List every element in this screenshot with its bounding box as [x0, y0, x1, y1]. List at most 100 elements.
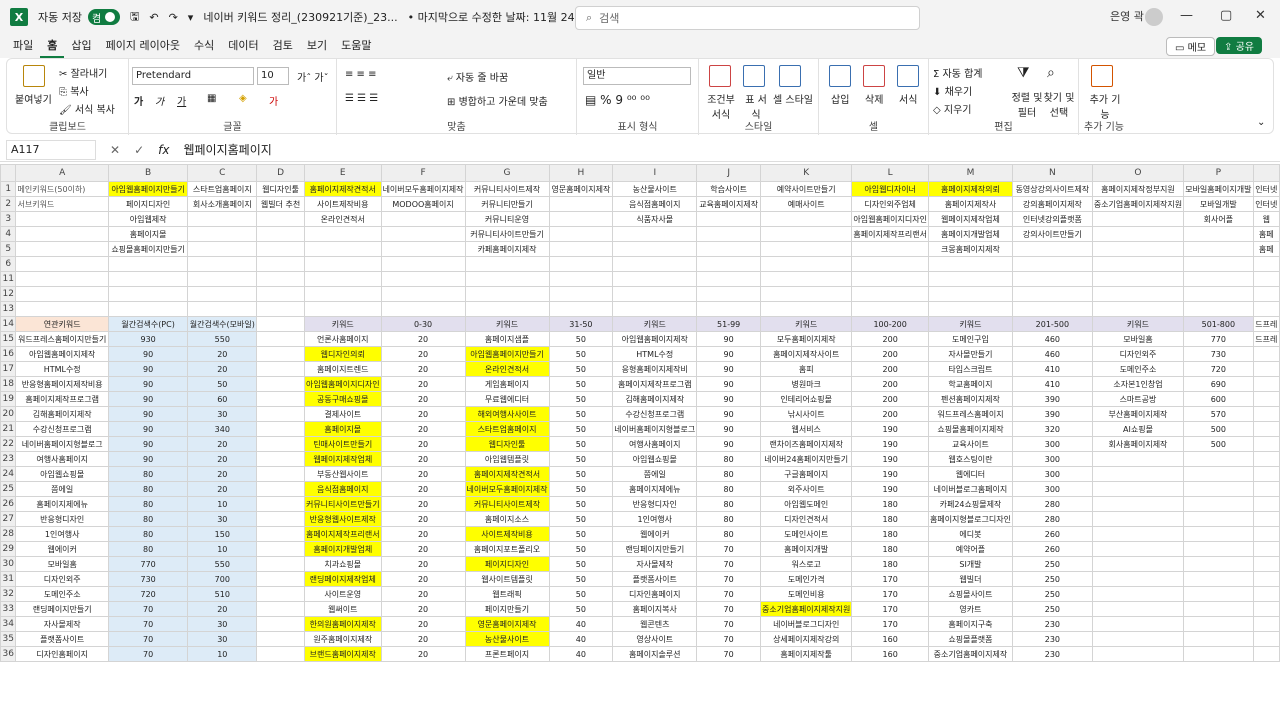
cell[interactable] — [1183, 511, 1254, 527]
cell[interactable]: 160 — [851, 631, 929, 647]
column-header[interactable]: O — [1091, 164, 1185, 182]
cell[interactable]: 250 — [1011, 571, 1093, 587]
cell[interactable]: 20 — [187, 481, 258, 497]
cell[interactable] — [548, 271, 614, 287]
cell[interactable] — [1091, 301, 1185, 317]
cell[interactable] — [256, 346, 305, 362]
cell[interactable]: 20 — [380, 376, 466, 392]
cell[interactable] — [1011, 286, 1093, 302]
fill-color-icon[interactable]: ◈ — [239, 93, 247, 104]
cell[interactable]: 20 — [380, 346, 466, 362]
cell[interactable] — [1091, 256, 1185, 272]
cell[interactable]: 네이버모두홈페이지제작 — [464, 481, 550, 497]
cell[interactable] — [1252, 571, 1280, 587]
cell[interactable]: 70 — [696, 631, 762, 647]
cell[interactable]: 80 — [696, 511, 762, 527]
column-header[interactable]: H — [548, 164, 614, 182]
cell[interactable]: 크몽홈페이지제작 — [927, 241, 1013, 257]
cancel-icon[interactable]: ✕ — [110, 143, 120, 157]
cell[interactable]: 원주홈페이지제작 — [303, 631, 382, 647]
font-name-select[interactable]: Pretendard — [132, 67, 254, 85]
cell[interactable] — [1252, 376, 1280, 392]
cell[interactable]: 80 — [107, 541, 189, 557]
share-button[interactable]: ⇪ 공유 — [1216, 37, 1262, 54]
cell[interactable]: 201-500 — [1011, 316, 1093, 332]
spreadsheet-grid[interactable]: ABCDEFGHIJKLMNOP 1 메인키워드(50이하) 아임웹홈페이지만들기 스… — [0, 164, 1280, 721]
cell[interactable]: 20 — [380, 451, 466, 467]
cell[interactable]: 홈페이지구축 — [927, 616, 1013, 632]
cell[interactable]: 상세페이지제작강의 — [760, 631, 853, 647]
cell[interactable]: 외주사이트 — [760, 481, 853, 497]
cell[interactable]: 20 — [380, 466, 466, 482]
row-header[interactable]: 30 — [0, 556, 17, 572]
cell[interactable]: 20 — [187, 346, 258, 362]
cell[interactable]: 도메인가격 — [760, 571, 853, 587]
cell[interactable]: 웹에이커 — [15, 541, 109, 557]
name-box[interactable]: A117 — [6, 139, 96, 160]
cell[interactable]: 낚시사이트 — [760, 406, 853, 422]
cell[interactable]: 20 — [380, 361, 466, 377]
cell[interactable]: 200 — [851, 391, 929, 407]
cell[interactable]: 720 — [107, 586, 189, 602]
cell[interactable] — [1183, 451, 1254, 467]
cell[interactable]: 50 — [548, 556, 614, 572]
cell[interactable]: 김해홈페이지제작 — [612, 391, 698, 407]
cell[interactable]: 자사몰제작 — [15, 616, 109, 632]
cell[interactable] — [696, 211, 762, 227]
cell[interactable]: 20 — [187, 451, 258, 467]
cell[interactable]: 홈페이지트렌드 — [303, 361, 382, 377]
cell[interactable] — [256, 511, 305, 527]
cell[interactable]: 키워드 — [464, 316, 550, 332]
number-format-select[interactable]: 일반 — [583, 67, 691, 85]
cell[interactable] — [187, 271, 258, 287]
cell[interactable] — [380, 286, 466, 302]
cell[interactable]: 수강신청프로그램 — [15, 421, 109, 437]
cell[interactable]: HTML수정 — [15, 361, 109, 377]
cell[interactable] — [851, 286, 929, 302]
cell[interactable] — [1091, 211, 1185, 227]
cell[interactable] — [256, 211, 305, 227]
cell[interactable] — [548, 286, 614, 302]
cell[interactable] — [107, 301, 189, 317]
cell[interactable]: 30 — [187, 406, 258, 422]
collapse-ribbon-icon[interactable]: ⌄ — [1257, 117, 1265, 128]
find-icon[interactable]: ⌕ — [1047, 65, 1055, 81]
cell[interactable] — [612, 271, 698, 287]
cell[interactable] — [1252, 421, 1280, 437]
cell[interactable] — [1183, 286, 1254, 302]
cell[interactable] — [1252, 391, 1280, 407]
cell[interactable]: 20 — [380, 631, 466, 647]
row-header[interactable]: 35 — [0, 631, 17, 647]
cell[interactable]: 모바일홈 — [1091, 331, 1185, 347]
cell[interactable]: 공동구매쇼핑몰 — [303, 391, 382, 407]
cell[interactable]: 부산홈페이지제작 — [1091, 406, 1185, 422]
cell[interactable]: 스마트공방 — [1091, 391, 1185, 407]
cell[interactable]: 90 — [107, 361, 189, 377]
menu-view[interactable]: 보기 — [300, 34, 334, 58]
cell[interactable]: 170 — [851, 586, 929, 602]
paste-button[interactable]: 붙여넣기 — [15, 91, 52, 106]
column-header[interactable]: K — [760, 164, 853, 182]
row-header[interactable]: 18 — [0, 376, 17, 392]
cell[interactable]: 홈페이지소스 — [464, 511, 550, 527]
cell[interactable]: 180 — [851, 526, 929, 542]
cell[interactable]: 200 — [851, 406, 929, 422]
cell[interactable]: 결제사이트 — [303, 406, 382, 422]
cell[interactable] — [303, 241, 382, 257]
cell[interactable] — [1252, 406, 1280, 422]
left-align-icon[interactable]: ☰ ☰ ☰ — [345, 93, 378, 104]
cell[interactable]: 30 — [187, 631, 258, 647]
cell[interactable]: MODOO홈페이지 — [380, 196, 466, 212]
cell[interactable]: 90 — [696, 421, 762, 437]
cell[interactable]: 웹빌더 추천 — [256, 196, 305, 212]
cell[interactable]: 아임웹홈페이지디자인 — [851, 211, 929, 227]
menu-home[interactable]: 홈 — [40, 34, 65, 58]
delete-cells-icon[interactable] — [863, 65, 885, 87]
cell[interactable]: 프론트페이지 — [464, 646, 550, 662]
cell[interactable]: 20 — [380, 586, 466, 602]
cell[interactable]: 반응형디자인 — [612, 496, 698, 512]
cell[interactable] — [107, 256, 189, 272]
cell[interactable]: 550 — [187, 556, 258, 572]
cell[interactable]: 워스로고 — [760, 556, 853, 572]
cell-style-icon[interactable] — [779, 65, 801, 87]
